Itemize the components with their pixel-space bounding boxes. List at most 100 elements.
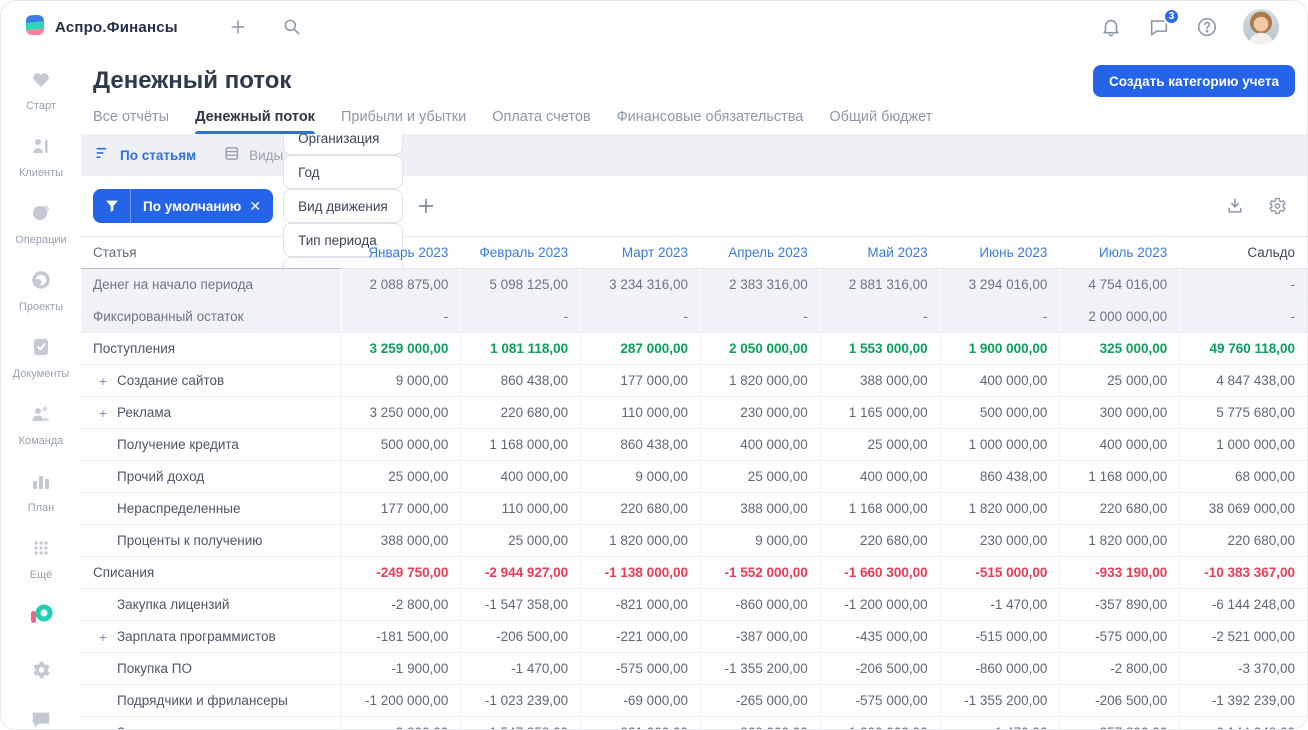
month-value-cell: 1 820 000,00 [1059,525,1179,556]
month-value-cell: -1 138 000,00 [580,557,700,588]
feedback-chat-icon[interactable] [29,708,53,729]
tab-денежный-поток[interactable]: Денежный поток [195,109,315,134]
app-logo-icon [23,13,47,42]
subtab-по-статьям[interactable]: По статьям [95,145,196,165]
table-row[interactable]: Прочий доход 25 000,00 400 000,00 9 000,00 2… [81,461,1307,493]
month-value-cell: 9 000,00 [340,365,461,396]
saldo-value-cell: - [1179,301,1307,332]
table-row[interactable]: Проценты к получению 388 000,00 25 000,00 1… [81,525,1307,557]
column-header-month-7[interactable]: Июль 2023 [1059,237,1180,269]
table-row[interactable]: Получение кредита 500 000,00 1 168 000,00 8… [81,429,1307,461]
column-header-month-3[interactable]: Март 2023 [580,237,700,269]
column-header-month-6[interactable]: Июнь 2023 [939,237,1060,269]
month-value-cell: 25 000,00 [340,461,461,492]
expand-row-icon[interactable]: + [97,373,109,389]
user-avatar[interactable] [1243,9,1279,45]
month-value-cell: -1 470,00 [939,717,1060,729]
month-value-cell: - [939,301,1060,332]
month-value-cell: 400 000,00 [939,365,1060,396]
table-row[interactable]: Фиксированный остаток - - - - - -2 000 000,00- [81,301,1307,333]
tab-финансовые-обязательства[interactable]: Финансовые обязательства [617,109,804,134]
month-value-cell: 300 000,00 [1059,397,1179,428]
month-value-cell: -515 000,00 [939,557,1060,588]
column-header-month-2[interactable]: Февраль 2023 [460,237,581,269]
table-row[interactable]: Закупка лицензий -2 800,00 -1 547 358,00 -8… [81,589,1307,621]
expand-row-icon[interactable]: + [97,405,109,421]
expand-row-icon[interactable]: + [97,725,109,730]
saldo-value-cell: -6 144 248,00 [1179,589,1307,620]
table-row[interactable]: + Зарплата программистов -181 500,00 -206 5… [81,621,1307,653]
table-settings-gear-icon[interactable] [1265,194,1289,218]
month-value-cell: 860 438,00 [580,429,700,460]
filter-bar: По умолчанию ✕ Организация Год Вид движени… [81,121,1307,291]
month-value-cell: -1 200 000,00 [819,589,940,620]
month-value-cell: 220 680,00 [1059,493,1179,524]
sidebar-item-7[interactable]: План [13,469,70,514]
sidebar-item-2[interactable]: Клиенты [13,134,70,179]
help-icon[interactable] [1195,15,1219,39]
column-header-month-4[interactable]: Апрель 2023 [700,237,820,269]
filter-chip-вид-движения[interactable]: Вид движения [283,189,403,223]
month-value-cell: 3 250 000,00 [340,397,461,428]
table-row[interactable]: Поступления 3 259 000,00 1 081 118,00 287 0… [81,333,1307,365]
month-value-cell: 25 000,00 [460,525,580,556]
sidebar-item-4[interactable]: Проекты [13,268,70,313]
column-header-month-1[interactable]: Январь 2023 [340,237,461,269]
sidebar-item-label: Ещё [29,569,53,581]
table-row[interactable]: + Зарплата программистов -2 800,00-1 547 3… [81,717,1307,730]
sidebar-item-6[interactable]: Команда [13,402,70,447]
table-row[interactable]: + Создание сайтов 9 000,00 860 438,00 177 00… [81,365,1307,397]
filter-chip-год[interactable]: Год [283,155,403,189]
brand[interactable]: Аспро.Финансы [1,13,178,42]
month-value-cell: 860 438,00 [939,461,1060,492]
month-value-cell: -1 023 239,00 [460,685,580,716]
create-category-button[interactable]: Создать категорию учета [1093,65,1295,97]
month-value-cell: -206 500,00 [1059,685,1179,716]
table-row[interactable]: Покупка ПО -1 900,00 -1 470,00 -575 000,00-… [81,653,1307,685]
saldo-value-cell: 220 680,00 [1179,525,1307,556]
table-rows-icon [224,145,241,165]
row-label: Нераспределенные [117,501,241,516]
table-row[interactable]: + Реклама 3 250 000,00 220 680,00 110 000,00… [81,397,1307,429]
sidebar-item-5[interactable]: Документы [13,335,69,380]
aspro-logo-icon[interactable] [28,603,54,632]
table-row[interactable]: Списания -249 750,00 -2 944 927,00 -1 138 0… [81,557,1307,589]
expand-row-icon[interactable]: + [97,629,109,645]
row-label: Списания [93,565,155,580]
sidebar-item-8[interactable]: Ещё [13,536,70,581]
sidebar-item-3[interactable]: Операции [13,201,70,246]
table-row[interactable]: Нераспределенные 177 000,00 110 000,00 220 … [81,493,1307,525]
month-value-cell: 3 294 016,00 [939,269,1060,300]
month-value-cell: 110 000,00 [580,397,700,428]
tab-все-отчёты[interactable]: Все отчёты [93,109,169,134]
column-header-month-5[interactable]: Май 2023 [819,237,940,269]
settings-gear-icon[interactable] [29,658,53,682]
month-value-cell: 9 000,00 [699,525,820,556]
add-filter-icon[interactable] [415,195,437,217]
month-value-cell: 400 000,00 [1059,429,1179,460]
tab-общий-бюджет[interactable]: Общий бюджет [829,109,932,134]
month-value-cell: 25 000,00 [819,429,940,460]
month-value-cell: -1 200 000,00 [340,685,461,716]
table-row[interactable]: Денег на начало периода 2 088 875,00 5 098… [81,269,1307,301]
tab-оплата-счетов[interactable]: Оплата счетов [492,109,590,134]
clear-filter-icon[interactable]: ✕ [249,198,273,215]
funnel-icon[interactable] [93,189,131,223]
saldo-value-cell: -1 392 239,00 [1179,685,1307,716]
messages-icon[interactable]: 3 [1147,8,1180,39]
tab-прибыли-и-убытки[interactable]: Прибыли и убытки [341,109,466,134]
download-icon[interactable] [1223,194,1247,218]
month-value-cell: -1 200 000,00 [819,717,940,729]
active-filter-chip[interactable]: По умолчанию ✕ [93,189,274,223]
sidebar-item-1[interactable]: Старт [13,67,70,112]
month-value-cell: -357 890,00 [1059,717,1179,729]
search-icon[interactable] [280,15,304,39]
month-value-cell: -575 000,00 [819,685,940,716]
sidebar-item-label: План [27,502,55,514]
row-label: Зарплата программистов [117,629,276,644]
notifications-bell-icon[interactable] [1099,15,1123,39]
saldo-value-cell: -2 521 000,00 [1179,621,1307,652]
month-value-cell: 230 000,00 [699,397,820,428]
add-icon[interactable] [226,15,250,39]
table-row[interactable]: Подрядчики и фрилансеры -1 200 000,00 -1 0… [81,685,1307,717]
